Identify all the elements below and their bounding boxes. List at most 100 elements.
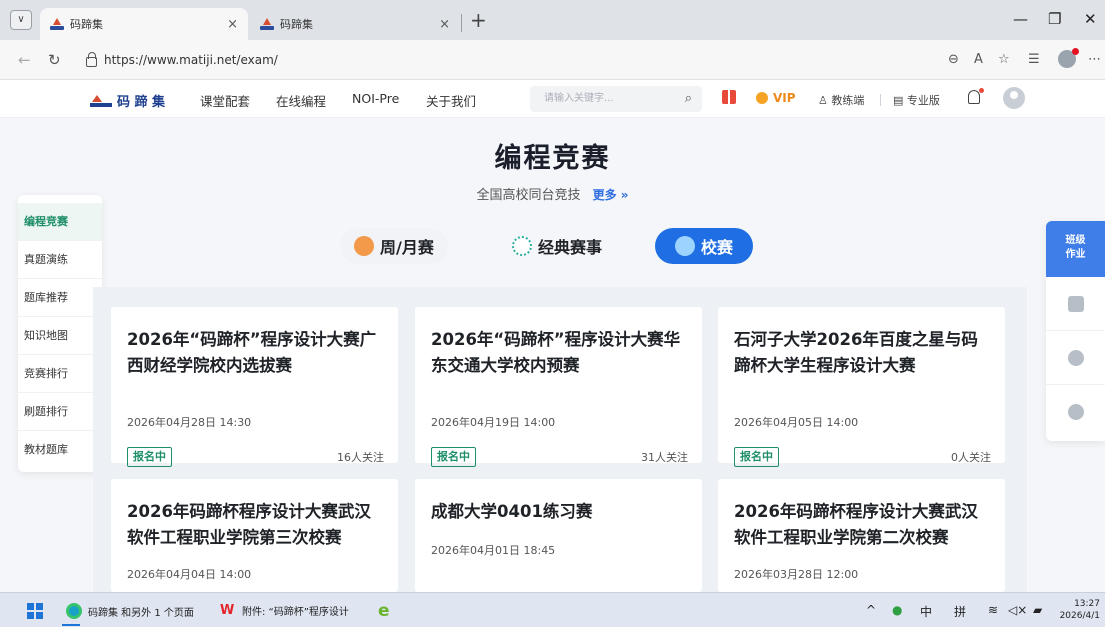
ime-pinyin-indicator[interactable]: 拼 bbox=[954, 603, 966, 620]
taskbar-clock[interactable]: 13:27 2026/4/1 bbox=[1056, 598, 1100, 622]
url-field[interactable]: https://www.matiji.net/exam/ bbox=[78, 46, 998, 74]
edge-browser-icon bbox=[66, 603, 82, 619]
logo-mark-icon bbox=[90, 94, 112, 107]
back-to-top-icon bbox=[1067, 404, 1084, 420]
tab-actions-menu-button[interactable]: ∨ bbox=[10, 10, 32, 30]
tab-label: 校赛 bbox=[701, 238, 734, 257]
contest-card[interactable]: 2026年码蹄杯程序设计大赛武汉软件工程职业学院第三次校赛 2026年04月04… bbox=[111, 479, 398, 592]
sidebar-item-contests[interactable]: 编程竞赛 bbox=[18, 203, 102, 241]
contest-title: 2026年码蹄杯程序设计大赛武汉软件工程职业学院第三次校赛 bbox=[127, 502, 371, 547]
contest-date: 2026年04月05日 14:00 bbox=[734, 416, 859, 429]
matiji-favicon-icon bbox=[50, 18, 64, 30]
tab-label: 周/月赛 bbox=[380, 238, 434, 257]
tab-separator bbox=[461, 14, 462, 32]
pro-edition-link[interactable]: ▤ 专业版 bbox=[893, 92, 940, 108]
tray-expand-icon[interactable]: ^ bbox=[866, 603, 876, 617]
class-homework-button[interactable]: 班级 作业 bbox=[1046, 221, 1105, 277]
search-icon[interactable]: ⌕ bbox=[685, 86, 692, 112]
taskbar-browser-label: 码蹄集 和另外 1 个页面 bbox=[88, 607, 194, 619]
contest-card[interactable]: 成都大学0401练习赛 2026年04月01日 18:45 bbox=[415, 479, 702, 592]
back-arrow-icon[interactable]: ← bbox=[18, 51, 31, 69]
contest-card[interactable]: 2026年“码蹄杯”程序设计大赛华东交通大学校内预赛 2026年04月19日 1… bbox=[415, 307, 702, 467]
subtitle-text: 全国高校同台竞技 bbox=[476, 188, 581, 203]
restore-button[interactable]: ❐ bbox=[1048, 10, 1061, 28]
vip-link[interactable]: VIP bbox=[756, 91, 796, 105]
more-link[interactable]: 更多 » bbox=[593, 188, 629, 202]
sidebar-item-textbook[interactable]: 教材题库 bbox=[18, 431, 102, 469]
windows-taskbar: 码蹄集 和另外 1 个页面 W 附件: “码蹄杯”程序设计 e ^ ● 中 拼 … bbox=[0, 592, 1105, 627]
nav-link-noi-pre[interactable]: NOI-Pre bbox=[352, 91, 399, 106]
contest-date: 2026年04月28日 14:30 bbox=[127, 416, 252, 429]
gear-icon bbox=[1067, 349, 1084, 366]
sidebar-item-practice-ranking[interactable]: 刷题排行 bbox=[18, 393, 102, 431]
clock-time: 13:27 bbox=[1074, 599, 1100, 609]
gift-icon[interactable] bbox=[722, 90, 736, 104]
tab-label: 经典赛事 bbox=[538, 238, 603, 257]
site-logo[interactable]: 码 蹄 集 bbox=[90, 91, 165, 110]
new-tab-button[interactable]: + bbox=[470, 10, 487, 30]
user-avatar[interactable] bbox=[1003, 87, 1025, 109]
tab-close-icon[interactable]: × bbox=[439, 17, 450, 32]
tab-close-icon[interactable]: × bbox=[227, 17, 238, 32]
tray-app-icon[interactable]: ● bbox=[892, 603, 902, 617]
teacher-label: 教练端 bbox=[831, 94, 865, 107]
logo-text: 码 蹄 集 bbox=[117, 95, 166, 110]
contest-title: 2026年“码蹄杯”程序设计大赛广西财经学院校内选拔赛 bbox=[127, 330, 377, 375]
sidebar-item-past-exams[interactable]: 真题演练 bbox=[18, 241, 102, 279]
minimize-button[interactable]: — bbox=[1013, 10, 1028, 28]
browser-tab-bar: ∨ 码蹄集 × 码蹄集 × + — ❐ ✕ bbox=[0, 0, 1105, 40]
vip-coin-icon bbox=[756, 92, 768, 104]
status-badge: 报名中 bbox=[431, 447, 476, 467]
contest-card[interactable]: 2026年“码蹄杯”程序设计大赛广西财经学院校内选拔赛 2026年04月28日 … bbox=[111, 307, 398, 467]
taskbar-wps-label: 附件: “码蹄杯”程序设计 bbox=[242, 607, 349, 618]
windows-start-icon[interactable] bbox=[27, 603, 43, 619]
notification-bell-icon[interactable] bbox=[968, 88, 984, 104]
contest-date: 2026年04月19日 14:00 bbox=[431, 416, 556, 429]
browser-tab-inactive[interactable]: 码蹄集 × bbox=[250, 8, 460, 40]
taskbar-wps-item[interactable]: W 附件: “码蹄杯”程序设计 bbox=[220, 603, 349, 618]
active-app-indicator bbox=[62, 624, 80, 626]
float-button-top[interactable] bbox=[1046, 385, 1105, 439]
ie-browser-icon[interactable]: e bbox=[378, 601, 390, 621]
browser-address-bar: ← ↻ https://www.matiji.net/exam/ ⊖ A ☆ ☰… bbox=[0, 40, 1105, 80]
site-search-input[interactable]: 请输入关键字... ⌕ bbox=[530, 86, 702, 112]
taskbar-browser-item[interactable]: 码蹄集 和另外 1 个页面 bbox=[66, 603, 194, 619]
browser-tab-active[interactable]: 码蹄集 × bbox=[40, 8, 248, 40]
nav-link-about[interactable]: 关于我们 bbox=[426, 91, 476, 110]
status-badge: 报名中 bbox=[127, 447, 172, 467]
matiji-favicon-icon bbox=[260, 18, 274, 30]
homework-label-line2: 作业 bbox=[1065, 249, 1086, 260]
vip-label: VIP bbox=[773, 91, 796, 105]
read-aloud-icon[interactable]: A bbox=[974, 52, 983, 67]
nav-link-online-coding[interactable]: 在线编程 bbox=[276, 91, 326, 110]
sidebar-item-contest-ranking[interactable]: 竞赛排行 bbox=[18, 355, 102, 393]
float-button-settings[interactable] bbox=[1046, 331, 1105, 385]
tab-classic-events[interactable]: 经典赛事 bbox=[498, 228, 616, 264]
sidebar-item-recommended[interactable]: 题库推荐 bbox=[18, 279, 102, 317]
url-text: https://www.matiji.net/exam/ bbox=[104, 53, 278, 67]
browser-profile-icon[interactable] bbox=[1058, 48, 1079, 68]
teacher-portal-link[interactable]: ♙ 教练端 bbox=[818, 92, 864, 108]
favorite-star-icon[interactable]: ☆ bbox=[998, 52, 1010, 67]
battery-icon[interactable]: ▰ bbox=[1033, 603, 1042, 617]
nav-link-classroom[interactable]: 课堂配套 bbox=[200, 91, 250, 110]
contest-date: 2026年04月01日 18:45 bbox=[431, 544, 556, 557]
float-button-notes[interactable] bbox=[1046, 277, 1105, 331]
contest-card[interactable]: 石河子大学2026年百度之星与码蹄杯大学生程序设计大赛 2026年04月05日 … bbox=[718, 307, 1005, 467]
wifi-icon[interactable]: ≋ bbox=[988, 603, 998, 617]
contest-title: 石河子大学2026年百度之星与码蹄杯大学生程序设计大赛 bbox=[734, 330, 978, 375]
tab-school-contests[interactable]: 校赛 bbox=[655, 228, 754, 264]
zoom-icon[interactable]: ⊖ bbox=[948, 52, 959, 67]
refresh-icon[interactable]: ↻ bbox=[48, 51, 61, 69]
close-window-button[interactable]: ✕ bbox=[1084, 10, 1097, 28]
contest-card[interactable]: 2026年码蹄杯程序设计大赛武汉软件工程职业学院第二次校赛 2026年03月28… bbox=[718, 479, 1005, 592]
left-sidebar: 编程竞赛 真题演练 题库推荐 知识地图 竞赛排行 刷题排行 教材题库 bbox=[18, 195, 102, 472]
status-badge: 报名中 bbox=[734, 447, 779, 467]
favorites-list-icon[interactable]: ☰ bbox=[1028, 52, 1040, 67]
more-options-icon[interactable]: ⋯ bbox=[1088, 52, 1101, 67]
sidebar-item-knowledge-map[interactable]: 知识地图 bbox=[18, 317, 102, 355]
volume-muted-icon[interactable]: ◁× bbox=[1008, 603, 1027, 617]
follow-count: 16人关注 bbox=[337, 451, 384, 464]
ime-mode-indicator[interactable]: 中 bbox=[920, 603, 932, 620]
tab-weekly-monthly[interactable]: 周/月赛 bbox=[340, 228, 448, 264]
